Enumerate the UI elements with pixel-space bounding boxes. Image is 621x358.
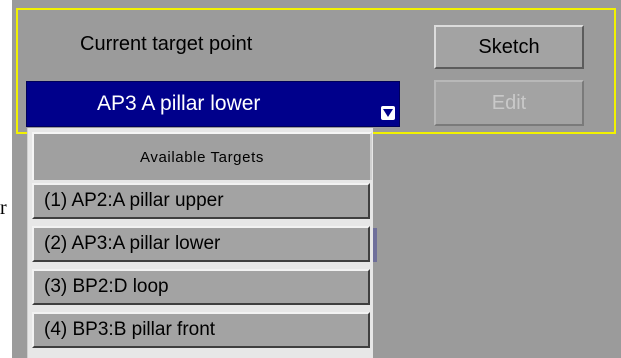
sketch-button[interactable]: Sketch [434, 25, 584, 69]
target-option-3[interactable]: (3) BP2:D loop [32, 269, 370, 305]
current-target-label: Current target point [80, 33, 253, 55]
target-point-selected-value: AP3 A pillar lower [97, 92, 261, 115]
stray-text: r [0, 197, 7, 219]
dropdown-arrow-icon[interactable] [381, 106, 395, 120]
target-option-1[interactable]: (1) AP2:A pillar upper [32, 183, 370, 219]
target-option-2[interactable]: (2) AP3:A pillar lower [32, 226, 370, 262]
target-option-4[interactable]: (4) BP3:B pillar front [32, 312, 370, 348]
background-field-edge [373, 228, 377, 262]
target-point-dropdown[interactable]: AP3 A pillar lower [26, 81, 400, 127]
edit-button[interactable]: Edit [434, 80, 584, 126]
popup-header: Available Targets [32, 132, 372, 180]
available-targets-popup: Available Targets (1) AP2:A pillar upper… [27, 128, 373, 358]
